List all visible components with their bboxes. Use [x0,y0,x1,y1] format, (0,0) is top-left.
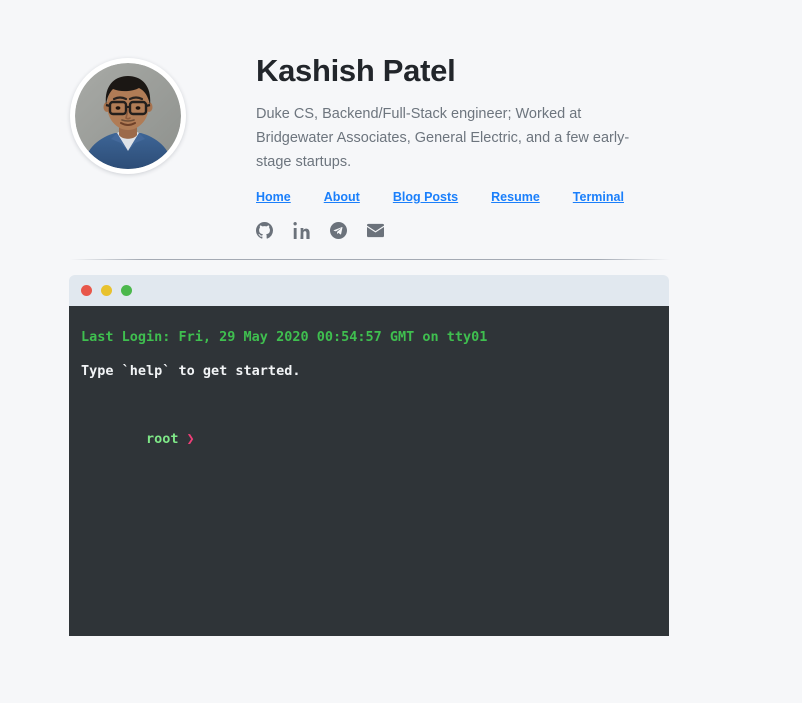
avatar-photo [75,63,181,169]
header-divider [70,259,670,260]
terminal-prompt-line[interactable]: root ❯ [81,388,657,490]
close-dot[interactable] [81,285,92,296]
maximize-dot[interactable] [121,285,132,296]
github-icon[interactable] [256,222,273,239]
terminal-window: Last Login: Fri, 29 May 2020 00:54:57 GM… [69,275,669,636]
social-links [256,222,656,240]
minimize-dot[interactable] [101,285,112,296]
profile-bio: Duke CS, Backend/Full-Stack engineer; Wo… [256,106,630,171]
nav-link-about[interactable]: About [324,190,360,204]
terminal-titlebar [69,275,669,306]
nav-link-terminal[interactable]: Terminal [573,190,624,204]
avatar [70,58,186,174]
profile-text-block: Kashish Patel Duke CS, Backend/Full-Stac… [256,52,656,240]
nav-link-home[interactable]: Home [256,190,291,204]
terminal-prompt-user: root [146,431,179,447]
terminal-last-login-line: Last Login: Fri, 29 May 2020 00:54:57 GM… [81,329,488,345]
nav-link-blog-posts[interactable]: Blog Posts [393,190,458,204]
profile-header: Kashish Patel Duke CS, Backend/Full-Stac… [70,52,670,240]
linkedin-icon[interactable] [293,222,310,240]
page-root: Kashish Patel Duke CS, Backend/Full-Stac… [0,0,802,703]
terminal-prompt-symbol: ❯ [186,431,195,447]
main-nav: Home About Blog Posts Resume Terminal [256,190,656,204]
terminal-body[interactable]: Last Login: Fri, 29 May 2020 00:54:57 GM… [69,306,669,636]
nav-link-resume[interactable]: Resume [491,190,540,204]
telegram-icon[interactable] [330,222,347,240]
terminal-help-hint-line: Type `help` to get started. [81,363,301,379]
email-icon[interactable] [367,222,384,239]
page-title: Kashish Patel [256,53,456,88]
